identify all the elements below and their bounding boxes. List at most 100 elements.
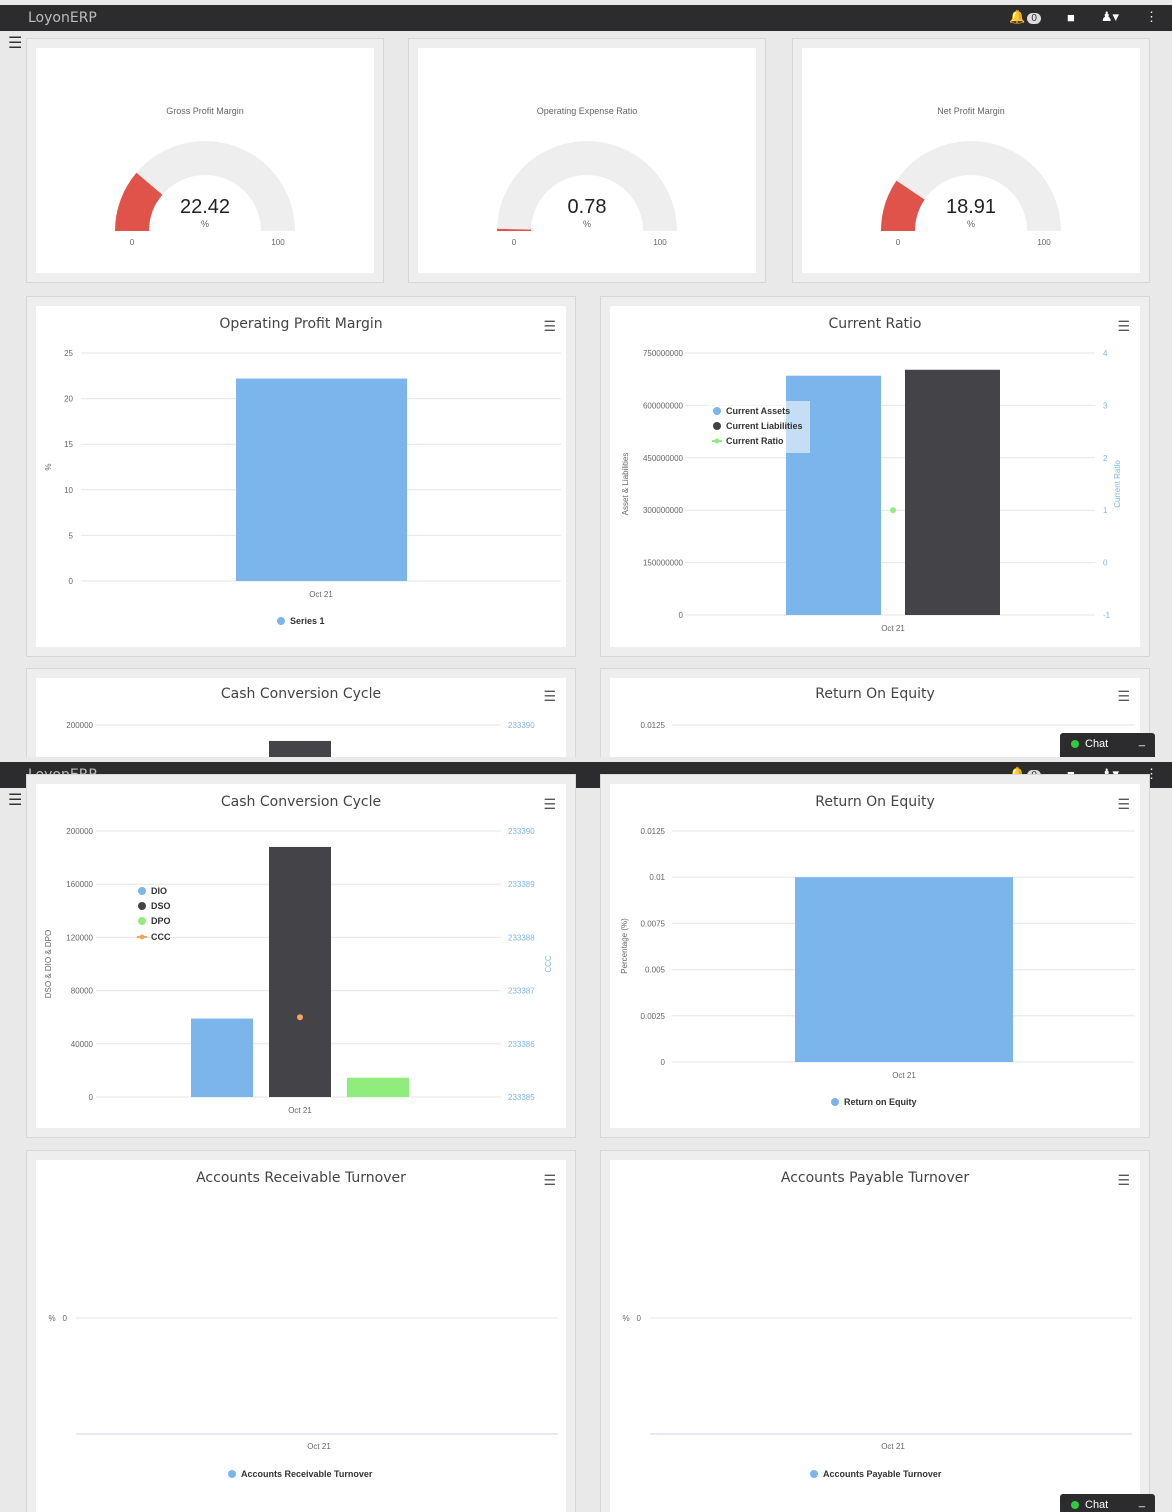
legend-symbol [228, 1470, 236, 1478]
gauge-unit: % [967, 219, 975, 229]
bar-series-1 [236, 378, 407, 581]
gauge-min-label: 0 [896, 238, 901, 247]
x-tick-label: Oct 21 [309, 590, 333, 599]
more-vertical-icon[interactable]: ⋮ [1145, 9, 1158, 25]
gauge-max-label: 100 [271, 238, 285, 247]
gauge-max-label: 100 [1037, 238, 1051, 247]
chat-widget[interactable]: Chat _ [1060, 733, 1155, 757]
panel-cash-conversion-cycle: Cash Conversion Cycle ☰ 0 40000 80000 12000… [36, 784, 566, 1128]
y2-tick-label: 233386 [508, 1040, 535, 1049]
user-icon[interactable]: ♟▾ [1101, 9, 1119, 25]
y2-tick-label: 233388 [508, 933, 535, 942]
y-tick-label: 200000 [66, 827, 93, 836]
axis-title: DSO & DIO & DPO [44, 930, 53, 998]
top-navbar: LoyonERP 🔔 0 ■ ♟▾ ⋮ [0, 5, 1172, 31]
axis-title: % [622, 1314, 629, 1323]
legend-symbol [810, 1470, 818, 1478]
legend-label: Series 1 [290, 616, 325, 626]
x-tick-label: Oct 21 [288, 1106, 312, 1115]
legend-label: Return on Equity [844, 1097, 917, 1107]
legend-symbol [713, 407, 721, 415]
gauge-panel-net-profit: Net Profit Margin 18.91% 0 100 [802, 48, 1140, 273]
panel-accounts-payable-turnover: Accounts Payable Turnover ☰ 0% Oct 21 Acco… [610, 1160, 1140, 1512]
chat-label: Chat [1085, 1499, 1109, 1511]
y2-tick-label: 0 [1103, 559, 1108, 568]
legend-label: DPO [151, 916, 171, 926]
legend-label: Accounts Receivable Turnover [241, 1469, 373, 1479]
y-tick-label: 300000000 [643, 506, 684, 515]
operating-profit-chart: 0 5 10 15 20 25% Oct 21 Series 1 [44, 349, 561, 626]
gauge-value: 0.78 [568, 196, 607, 218]
y-tick-label: 15 [64, 440, 73, 449]
ar-turnover-chart: 0% Oct 21 Accounts Receivable Turnover [48, 1314, 558, 1479]
gauge-panel-gross-profit: Gross Profit Margin 22.42% 0 100 [36, 48, 374, 273]
gauge-panel-operating-expense: Operating Expense Ratio 0.78% 0 100 [418, 48, 756, 273]
legend-symbol [139, 934, 145, 940]
current-ratio-chart: 0 150000000 300000000 450000000 600000000 750… [621, 349, 1122, 633]
axis-title: Asset & Liabilities [621, 453, 630, 516]
x-tick-label: Oct 21 [881, 1442, 905, 1451]
axis-title: % [44, 463, 53, 470]
y-tick-label: 450000000 [643, 454, 684, 463]
x-tick-label: Oct 21 [307, 1442, 331, 1451]
bell-icon[interactable]: 🔔 0 [1009, 9, 1041, 25]
axis-title: CCC [544, 955, 553, 973]
online-status-icon [1071, 1501, 1079, 1509]
legend-label: DIO [151, 886, 167, 896]
axis-title: Current Ratio [1113, 460, 1122, 508]
gauge-chart: 0.78% 0 100 [497, 141, 677, 247]
y2-tick-label: 233385 [508, 1093, 535, 1102]
legend-symbol [714, 438, 720, 444]
chat-widget[interactable]: Chat _ [1060, 1494, 1155, 1512]
comments-icon[interactable]: ■ [1067, 767, 1075, 782]
y-tick-label: 0 [679, 611, 684, 620]
legend-label: Current Ratio [726, 436, 784, 446]
panel-cash-conversion-cycle-partial: Cash Conversion Cycle ☰ 200000 233390 [36, 678, 566, 757]
minimize-icon[interactable]: _ [1139, 1496, 1145, 1508]
y-tick-label: 10 [64, 486, 73, 495]
y-tick-label: 0.0125 [641, 827, 666, 836]
y2-tick-label: 233389 [508, 880, 535, 889]
legend-symbol [138, 887, 146, 895]
gauge-max-label: 100 [653, 238, 667, 247]
y-tick-label: 200000 [66, 721, 93, 730]
gauge-unit: % [583, 219, 591, 229]
y-tick-label: 160000 [66, 880, 93, 889]
brand-logo[interactable]: LoyonERP [28, 767, 97, 783]
legend-symbol [138, 902, 146, 910]
panel-accounts-receivable-turnover: Accounts Receivable Turnover ☰ 0% Oct 21 A… [36, 1160, 566, 1512]
y-tick-label: 0 [89, 1093, 94, 1102]
panel-operating-profit-margin: Operating Profit Margin ☰ 0 5 10 15 20 25% Oct… [36, 306, 566, 647]
bell-icon[interactable]: 🔔 0 [1009, 766, 1041, 782]
notification-badge: 0 [1027, 13, 1041, 24]
y2-tick-label: 2 [1103, 454, 1108, 463]
comments-icon[interactable]: ■ [1067, 10, 1075, 25]
y-tick-label: 120000 [66, 933, 93, 942]
sidebar-toggle-icon[interactable]: ☰ [8, 790, 22, 810]
minimize-icon[interactable]: _ [1139, 735, 1145, 747]
bar-return-on-equity [795, 877, 1013, 1062]
more-vertical-icon[interactable]: ⋮ [1145, 766, 1158, 782]
bar-dio [191, 1018, 253, 1097]
legend-symbol [277, 617, 285, 625]
gauge-value: 22.42 [180, 196, 230, 218]
screen-top: LoyonERP 🔔 0 ■ ♟▾ ⋮ ☰ Gross Profit Margin… [0, 0, 1172, 757]
user-icon[interactable]: ♟▾ [1101, 766, 1119, 782]
bar-current-liabilities [905, 369, 1000, 615]
legend-label: DSO [151, 901, 171, 911]
ccc-chart-partial: 200000 233390 [66, 721, 535, 757]
y-tick-label: 25 [64, 349, 73, 358]
y-tick-label: 0 [63, 1314, 68, 1323]
bar-dso [269, 740, 331, 757]
x-tick-label: Oct 21 [881, 624, 905, 633]
gauge-value: 18.91 [946, 196, 996, 218]
ccc-chart: 0 40000 80000 120000 160000 200000 233385 23338… [44, 827, 553, 1115]
point-ccc [297, 1014, 303, 1021]
sidebar-toggle-icon[interactable]: ☰ [8, 33, 22, 53]
brand-logo[interactable]: LoyonERP [28, 10, 97, 26]
y-tick-label: 0.0125 [641, 721, 666, 730]
bar-dpo [347, 1077, 409, 1097]
legend-label: Current Assets [726, 406, 790, 416]
y2-tick-label: 3 [1103, 401, 1108, 410]
gauge-min-label: 0 [130, 238, 135, 247]
